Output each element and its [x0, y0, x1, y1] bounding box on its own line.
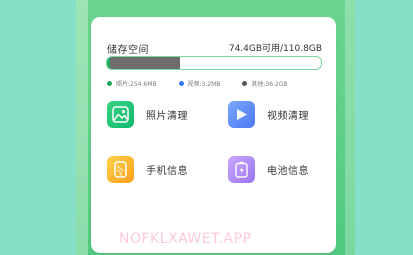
tool-photo-cleanup[interactable]: 照片清理 — [107, 101, 188, 128]
storage-available: 74.4GB可用/110.8GB — [228, 44, 322, 54]
phone-icon — [107, 156, 134, 183]
tool-battery-info-label: 电池信息 — [267, 166, 309, 177]
legend-other-text: 其他:36.2GB — [251, 80, 288, 88]
storage-legend: 照片:254.6MB 视频:3.2MB 其他:36.2GB — [107, 78, 327, 88]
tool-video-cleanup-label: 视频清理 — [267, 111, 309, 122]
bar-segment-other — [109, 57, 181, 69]
phone-screen: 储存空间 74.4GB可用/110.8GB 照片:254.6MB 视频:3.2M… — [76, 0, 355, 255]
storage-card: 储存空间 74.4GB可用/110.8GB 照片:254.6MB 视频:3.2M… — [91, 17, 336, 253]
tool-phone-info-label: 手机信息 — [146, 166, 188, 177]
watermark-text: NOFKLXAWET.APP — [119, 231, 252, 247]
legend-other: 其他:36.2GB — [242, 78, 288, 88]
legend-dot-photos — [107, 80, 112, 86]
photo-icon — [107, 101, 134, 128]
storage-title: 储存空间 — [107, 45, 149, 56]
legend-dot-videos — [178, 80, 184, 86]
tool-photo-cleanup-label: 照片清理 — [146, 111, 188, 122]
tool-battery-info[interactable]: 电池信息 — [228, 156, 309, 183]
legend-videos-text: 视频:3.2MB — [187, 80, 221, 88]
battery-icon — [228, 156, 255, 183]
tool-phone-info[interactable]: 手机信息 — [107, 156, 188, 183]
storage-usage-bar — [106, 56, 322, 70]
legend-photos-text: 照片:254.6MB — [116, 80, 157, 88]
legend-photos: 照片:254.6MB — [107, 78, 157, 88]
tool-video-cleanup[interactable]: 视频清理 — [228, 101, 309, 128]
legend-videos: 视频:3.2MB — [178, 78, 221, 88]
legend-dot-other — [242, 80, 248, 86]
play-icon — [228, 101, 255, 128]
